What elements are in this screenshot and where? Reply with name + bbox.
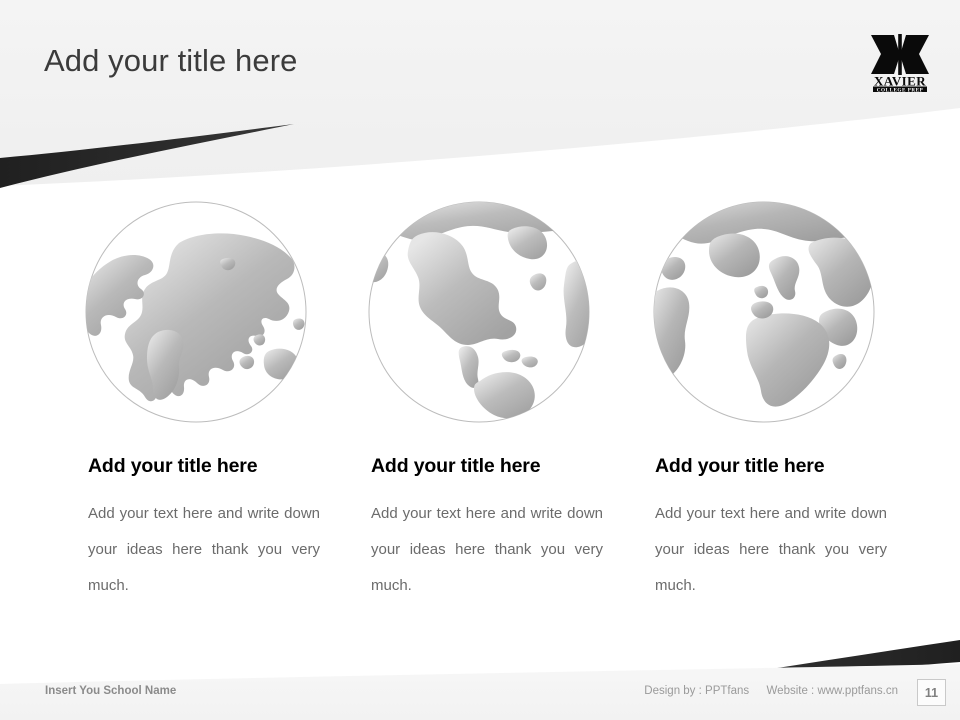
- globe-icon: [85, 201, 307, 423]
- logo-wordmark-collegeprep: COLLEGE PREP: [877, 87, 924, 92]
- footer-school-name: Insert You School Name: [45, 685, 177, 697]
- page-number-badge: 11: [917, 679, 946, 706]
- logo-wordmark-xavier: XAVIER: [874, 74, 926, 89]
- globe-icon: [653, 201, 875, 423]
- slide-canvas: Add your title here XAVIER COLLEGE PREP: [0, 0, 960, 720]
- header-decoration: [0, 0, 960, 188]
- column-body-text: Add your text here and write down your i…: [655, 505, 887, 594]
- footer-website: Website : www.pptfans.cn: [766, 685, 898, 697]
- column-title: Add your title here: [88, 455, 258, 477]
- header-band-shape: [0, 0, 960, 186]
- column-title: Add your title here: [371, 455, 541, 477]
- column-title: Add your title here: [655, 455, 825, 477]
- globe-row: [0, 199, 960, 427]
- footer-decoration: [0, 640, 960, 720]
- xavier-college-prep-logo: XAVIER COLLEGE PREP: [871, 34, 929, 92]
- footer-design-by: Design by : PPTfans: [644, 685, 750, 697]
- globe-icon: [368, 201, 590, 423]
- content-columns: Add your title here Add your text here a…: [0, 455, 960, 615]
- logo-x-mark: [871, 34, 929, 75]
- content-column: Add your title here Add your text here a…: [88, 455, 320, 604]
- content-column: Add your title here Add your text here a…: [371, 455, 603, 604]
- column-body-text: Add your text here and write down your i…: [88, 505, 320, 594]
- page-title: Add your title here: [44, 43, 298, 78]
- header-swoosh-shape: [0, 124, 294, 188]
- footer-swoosh-shape: [706, 640, 960, 679]
- column-body-text: Add your text here and write down your i…: [371, 505, 603, 594]
- footer-credits: Design by : PPTfans Website : www.pptfan…: [644, 685, 898, 697]
- content-column: Add your title here Add your text here a…: [655, 455, 887, 604]
